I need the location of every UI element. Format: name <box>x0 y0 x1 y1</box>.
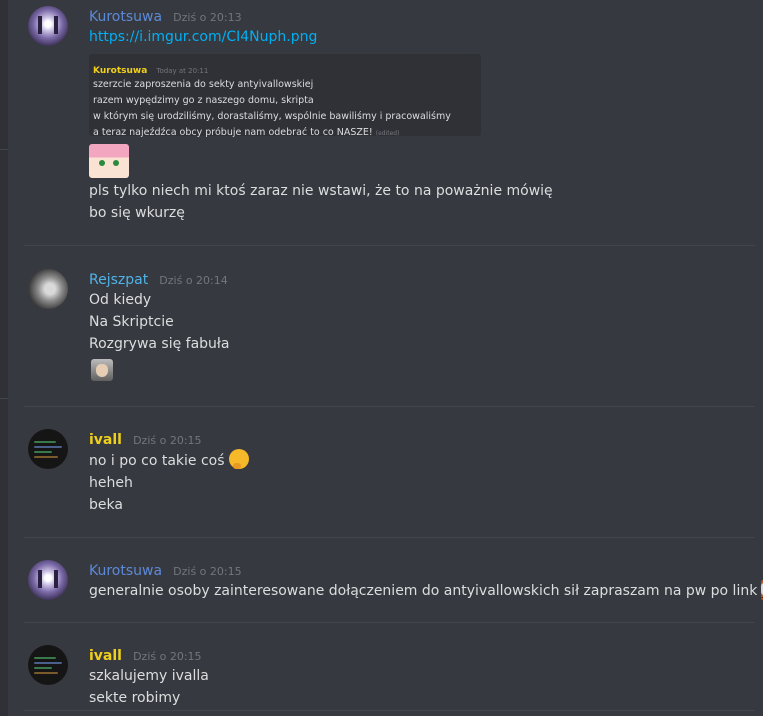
avatar-rejszpat[interactable] <box>28 269 68 309</box>
message-divider <box>24 710 755 711</box>
avatar-detail <box>34 456 58 458</box>
timestamp[interactable]: Dziś o 20:15 <box>133 650 201 663</box>
avatar-detail <box>54 16 58 34</box>
message-header: Kurotsuwa Dziś o 20:15 <box>89 560 751 580</box>
timestamp[interactable]: Dziś o 20:15 <box>133 434 201 447</box>
avatar-detail <box>34 662 62 664</box>
message-text: beka <box>89 497 123 513</box>
message-content: ivall Dziś o 20:15 no i po co takie coś … <box>89 429 751 516</box>
emote-face <box>96 364 108 377</box>
avatar-detail <box>38 16 42 34</box>
username[interactable]: ivall <box>89 432 122 448</box>
kappa-emote-icon[interactable] <box>91 359 113 381</box>
username[interactable]: Kurotsuwa <box>89 9 162 25</box>
message-header: Rejszpat Dziś o 20:14 <box>89 269 751 289</box>
avatar-ivall[interactable] <box>28 645 68 685</box>
emoji-detail <box>232 463 241 469</box>
embed-line: szerzcie zaproszenia do sekty antyivallo… <box>93 79 314 90</box>
message-text: Rozgrywa się fabuła <box>89 336 230 352</box>
quoted-screenshot[interactable]: Kurotsuwa Today at 20:11 szerzcie zapros… <box>89 54 481 138</box>
message-content: ivall Dziś o 20:15 szkalujemy ivalla sek… <box>89 645 751 709</box>
message-text-span: no i po co takie coś <box>89 453 225 469</box>
anime-girl-sticker-icon[interactable] <box>89 144 129 178</box>
avatar-detail <box>34 672 58 674</box>
username[interactable]: Rejszpat <box>89 272 148 288</box>
message-content: Rejszpat Dziś o 20:14 Od kiedy Na Skript… <box>89 269 751 381</box>
embed-line: w którym się urodziliśmy, dorastaliśmy, … <box>93 111 451 122</box>
embed-line-text: a teraz najeźdźca obcy próbuje nam odebr… <box>93 127 373 138</box>
embed-line: a teraz najeźdźca obcy próbuje nam odebr… <box>93 125 481 142</box>
message-header: ivall Dziś o 20:15 <box>89 645 751 665</box>
message-divider <box>24 537 755 538</box>
message-header: Kurotsuwa Dziś o 20:13 <box>89 6 751 26</box>
avatar-detail <box>34 451 52 453</box>
message-text-span: generalnie osoby zainteresowane dołączen… <box>89 583 758 599</box>
edge-mark <box>0 149 8 150</box>
message-header: ivall Dziś o 20:15 <box>89 429 751 449</box>
embed-edited-tag: (edited) <box>375 130 400 137</box>
username[interactable]: ivall <box>89 648 122 664</box>
image-link[interactable]: https://i.imgur.com/CI4Nuph.png <box>89 26 751 48</box>
timestamp[interactable]: Dziś o 20:15 <box>173 565 241 578</box>
timestamp[interactable]: Dziś o 20:13 <box>173 11 241 24</box>
sticker-eye <box>99 160 105 166</box>
message-text: pls tylko niech mi ktoś zaraz nie wstawi… <box>89 183 553 199</box>
message-text: szkalujemy ivalla <box>89 668 209 684</box>
username[interactable]: Kurotsuwa <box>89 563 162 579</box>
message-text: bo się wkurzę <box>89 205 185 221</box>
avatar-kurotsuwa[interactable] <box>28 6 68 46</box>
sticker-eye <box>113 160 119 166</box>
message-text: Na Skriptcie <box>89 314 174 330</box>
message-divider <box>24 622 755 623</box>
avatar-detail <box>54 570 58 588</box>
message-divider <box>24 406 755 407</box>
message-divider <box>24 245 755 246</box>
avatar-detail <box>34 657 56 659</box>
message-text: Od kiedy <box>89 292 152 308</box>
message-text: no i po co takie coś <box>89 449 751 472</box>
avatar-kurotsuwa[interactable] <box>28 560 68 600</box>
embed-username: Kurotsuwa <box>93 66 148 76</box>
channel-left-edge <box>0 0 8 716</box>
message-content: Kurotsuwa Dziś o 20:13 https://i.imgur.c… <box>89 6 751 224</box>
avatar-detail <box>38 570 42 588</box>
avatar-detail <box>34 441 56 443</box>
message-text: heheh <box>89 475 133 491</box>
avatar-detail <box>34 667 52 669</box>
edge-mark <box>0 398 8 399</box>
message-content: Kurotsuwa Dziś o 20:15 generalnie osoby … <box>89 560 763 602</box>
message-text: sekte robimy <box>89 690 181 706</box>
embed-line: razem wypędzimy go z naszego domu, skrip… <box>93 95 314 106</box>
avatar-ivall[interactable] <box>28 429 68 469</box>
thinking-face-emoji-icon[interactable] <box>228 449 249 469</box>
timestamp[interactable]: Dziś o 20:14 <box>159 274 227 287</box>
message-text: generalnie osoby zainteresowane dołączen… <box>89 580 763 602</box>
avatar-detail <box>34 446 62 448</box>
embed-timestamp: Today at 20:11 <box>156 67 209 75</box>
